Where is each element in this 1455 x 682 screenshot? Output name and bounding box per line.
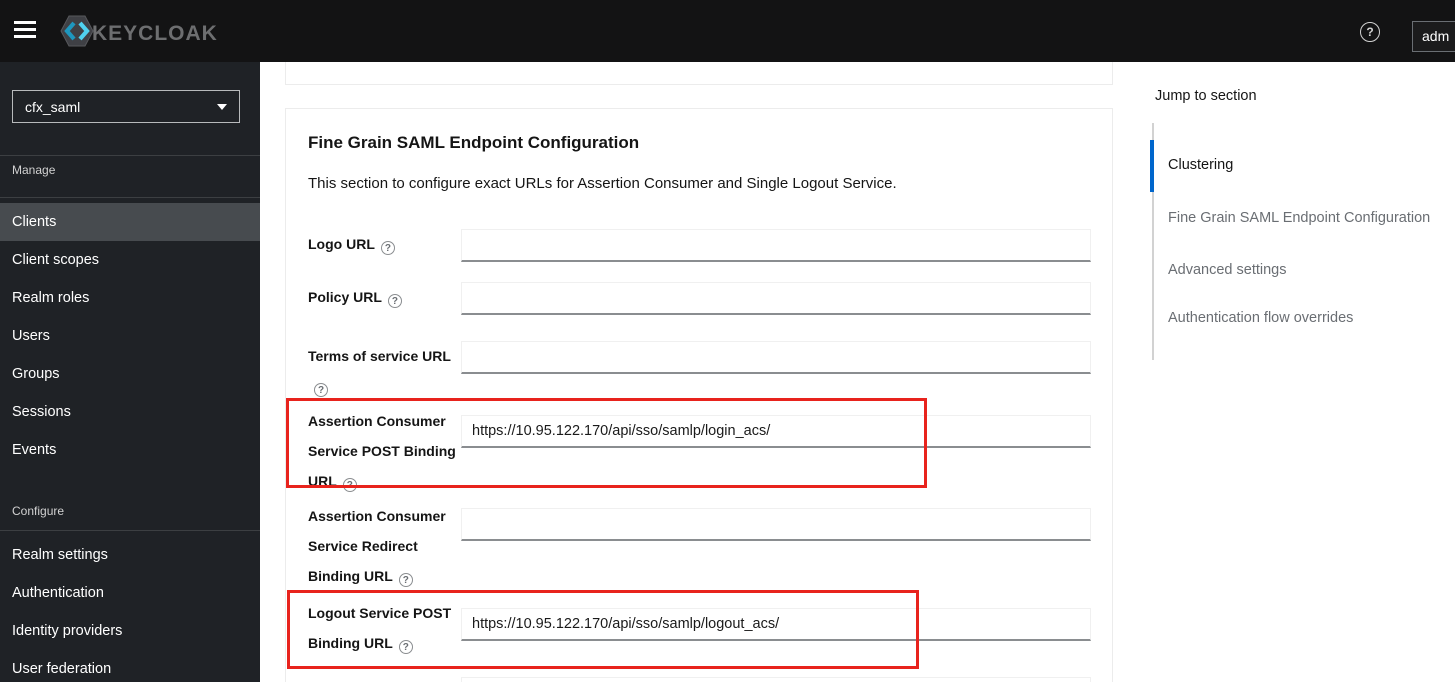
user-menu-dropdown[interactable]: adm (1412, 21, 1455, 52)
divider (0, 155, 260, 156)
help-icon[interactable]: ? (342, 478, 357, 492)
next-field-input-partial[interactable] (461, 677, 1091, 682)
help-icon[interactable]: ? (398, 573, 413, 587)
sidebar-item-identity-providers[interactable]: Identity providers (0, 612, 260, 650)
policy-url-input[interactable] (461, 282, 1091, 315)
keycloak-mark-icon (58, 13, 96, 54)
logout-post-binding-url-input[interactable] (461, 608, 1091, 641)
jump-item-fine-grain-saml[interactable]: Fine Grain SAML Endpoint Configuration (1168, 210, 1430, 226)
sidebar-item-users[interactable]: Users (0, 317, 260, 355)
fine-grain-saml-card: Fine Grain SAML Endpoint Configuration T… (285, 108, 1113, 682)
sidebar-item-groups[interactable]: Groups (0, 355, 260, 393)
help-icon[interactable]: ? (380, 241, 395, 255)
terms-of-service-url-input[interactable] (461, 341, 1091, 374)
brand-text: KEYCLOAK (92, 21, 218, 45)
help-icon[interactable]: ? (387, 294, 402, 308)
nav-section-manage: Manage (12, 163, 56, 177)
logout-post-binding-url-label: Logout Service POST Binding URL? (308, 605, 452, 654)
help-icon[interactable]: ? (314, 383, 328, 397)
jump-item-advanced-settings[interactable]: Advanced settings (1168, 262, 1287, 278)
nav-section-configure: Configure (12, 504, 65, 518)
logo-url-label: Logo URL? (308, 229, 458, 259)
sidebar-item-sessions[interactable]: Sessions (0, 393, 260, 431)
acs-post-binding-url-input[interactable] (461, 415, 1091, 448)
sidebar-item-realm-roles[interactable]: Realm roles (0, 279, 260, 317)
help-icon[interactable]: ? (398, 640, 413, 654)
keycloak-admin-console: KEYCLOAK ? adm cfx_saml Manage Clients C… (0, 0, 1455, 682)
keycloak-logo[interactable]: KEYCLOAK (58, 13, 218, 54)
logo-url-input[interactable] (461, 229, 1091, 262)
section-description: This section to configure exact URLs for… (308, 175, 897, 192)
sidebar-item-authentication[interactable]: Authentication (0, 574, 260, 612)
terms-of-service-url-label: Terms of service URL? (308, 348, 451, 397)
menu-toggle-icon[interactable] (14, 20, 38, 42)
sidebar-item-client-scopes[interactable]: Client scopes (0, 241, 260, 279)
jump-item-clustering[interactable]: Clustering (1168, 157, 1233, 173)
realm-selector-value: cfx_saml (25, 98, 81, 115)
chevron-down-icon (217, 103, 227, 110)
sidebar-item-events[interactable]: Events (0, 431, 260, 469)
top-header-bar: KEYCLOAK ? adm (0, 0, 1455, 62)
jump-to-section-title: Jump to section (1155, 88, 1257, 104)
jump-nav-active-indicator (1150, 140, 1154, 192)
realm-selector[interactable]: cfx_saml (12, 90, 240, 123)
divider (0, 530, 260, 531)
divider (0, 197, 260, 198)
acs-redirect-binding-url-label: Assertion Consumer Service Redirect Bind… (308, 508, 446, 587)
sidebar-item-user-federation[interactable]: User federation (0, 650, 260, 682)
help-icon[interactable]: ? (1360, 22, 1380, 42)
sidebar-item-realm-settings[interactable]: Realm settings (0, 536, 260, 574)
sidebar-item-clients[interactable]: Clients (0, 203, 260, 241)
section-title: Fine Grain SAML Endpoint Configuration (308, 133, 640, 152)
jump-item-auth-flow-overrides[interactable]: Authentication flow overrides (1168, 310, 1353, 326)
policy-url-label: Policy URL? (308, 282, 458, 312)
acs-post-binding-url-label: Assertion Consumer Service POST Binding … (308, 413, 456, 492)
left-nav-sidebar: cfx_saml Manage Clients Client scopes Re… (0, 62, 260, 682)
acs-redirect-binding-url-input[interactable] (461, 508, 1091, 541)
